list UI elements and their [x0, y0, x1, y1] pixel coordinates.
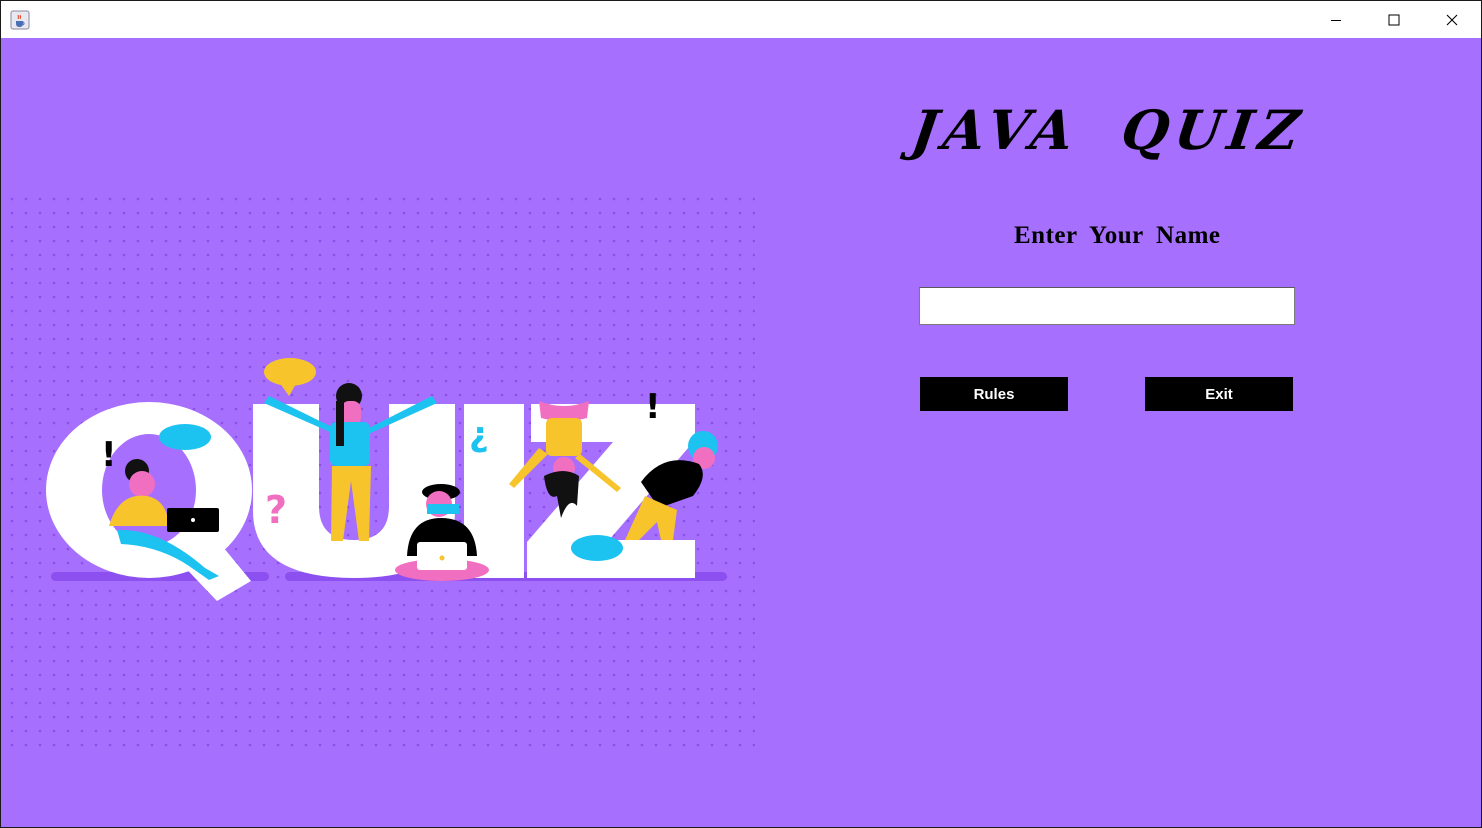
minimize-icon: [1331, 19, 1341, 21]
java-coffee-cup-icon: [10, 10, 30, 30]
quiz-illustration: ! ! ? ¿: [9, 196, 755, 750]
title-bar[interactable]: [1, 1, 1481, 38]
rules-button[interactable]: Rules: [920, 377, 1068, 411]
close-icon: [1446, 14, 1458, 25]
name-label: Enter Your Name: [1014, 222, 1221, 249]
svg-text:!: !: [101, 435, 117, 475]
exit-button[interactable]: Exit: [1145, 377, 1293, 411]
minimize-button[interactable]: [1307, 1, 1365, 38]
svg-text:¿: ¿: [469, 415, 489, 455]
quiz-window: ! ! ? ¿ JAVA QUIZ Enter Your Name Rules …: [0, 0, 1482, 828]
main-panel: ! ! ? ¿ JAVA QUIZ Enter Your Name Rules …: [1, 38, 1481, 827]
page-title: JAVA QUIZ: [907, 98, 1310, 162]
close-button[interactable]: [1423, 1, 1481, 38]
svg-text:?: ?: [265, 488, 287, 532]
maximize-button[interactable]: [1365, 1, 1423, 38]
svg-text:!: !: [645, 387, 661, 427]
maximize-icon: [1388, 14, 1400, 25]
name-input[interactable]: [919, 287, 1295, 325]
